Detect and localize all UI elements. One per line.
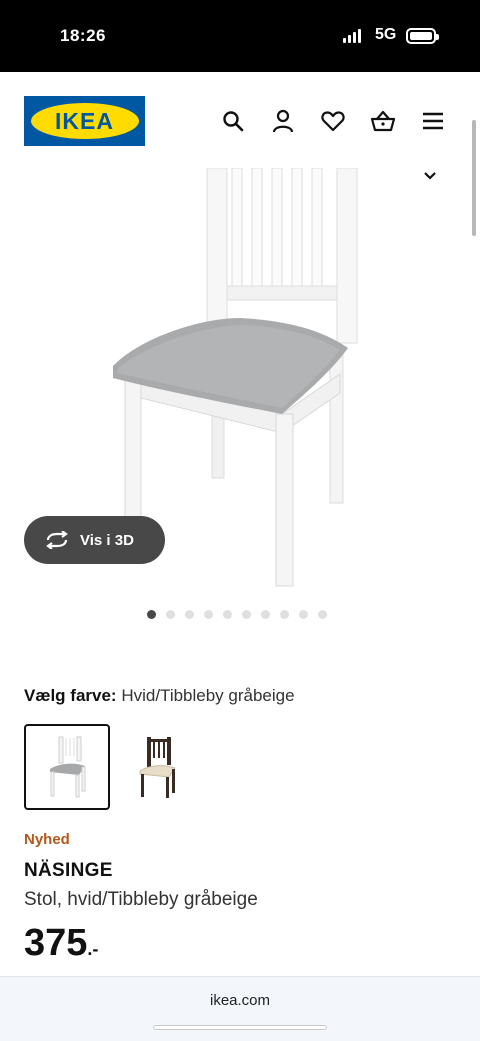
gallery-dot[interactable]	[204, 610, 213, 619]
heart-icon[interactable]	[320, 108, 346, 134]
home-indicator[interactable]	[153, 1025, 327, 1030]
gallery-dot[interactable]	[280, 610, 289, 619]
gallery-dot[interactable]	[223, 610, 232, 619]
product-price: 375.-	[24, 922, 98, 965]
gallery-dot[interactable]	[166, 610, 175, 619]
search-icon[interactable]	[220, 108, 246, 134]
account-icon[interactable]	[270, 108, 296, 134]
logo-text: IKEA	[55, 107, 114, 134]
view-3d-label: Vis i 3D	[80, 531, 134, 549]
menu-icon[interactable]	[420, 108, 446, 134]
gallery-dot[interactable]	[318, 610, 327, 619]
cart-icon[interactable]	[370, 108, 396, 134]
signal-icon	[343, 29, 361, 43]
new-badge: Nyhed	[24, 831, 70, 848]
view-3d-button[interactable]: Vis i 3D	[24, 516, 165, 564]
rotate-3d-icon	[46, 531, 68, 549]
site-header: IKEA	[0, 72, 480, 168]
color-swatch-brown-beige[interactable]	[114, 724, 200, 810]
price-suffix: .-	[87, 939, 99, 959]
gallery-dot[interactable]	[261, 610, 270, 619]
gallery-dot[interactable]	[299, 610, 308, 619]
gallery-pagination[interactable]	[147, 610, 327, 619]
color-select-title: Vælg farve:	[24, 686, 117, 705]
status-time: 18:26	[60, 26, 106, 45]
color-select-value: Hvid/Tibbleby gråbeige	[121, 686, 295, 705]
color-select-label: Vælg farve: Hvid/Tibbleby gråbeige	[24, 686, 295, 706]
price-value: 375	[24, 922, 88, 964]
gallery-dot[interactable]	[147, 610, 156, 619]
gallery-dot[interactable]	[242, 610, 251, 619]
product-description: Stol, hvid/Tibbleby gråbeige	[24, 889, 258, 910]
status-bar: 18:26 5G	[0, 0, 480, 72]
url-text[interactable]: ikea.com	[0, 992, 480, 1009]
gallery-dot[interactable]	[185, 610, 194, 619]
ikea-logo[interactable]: IKEA	[24, 96, 145, 146]
product-name: NÄSINGE	[24, 860, 113, 881]
swatch-image-white-chair	[50, 736, 86, 798]
chevron-down-icon[interactable]	[422, 168, 438, 186]
color-swatch-white-grey[interactable]	[24, 724, 110, 810]
browser-address-bar[interactable]: ikea.com	[0, 976, 480, 1041]
swatch-image-brown-chair	[139, 737, 176, 798]
battery-icon	[406, 28, 439, 44]
network-type: 5G	[375, 26, 397, 43]
